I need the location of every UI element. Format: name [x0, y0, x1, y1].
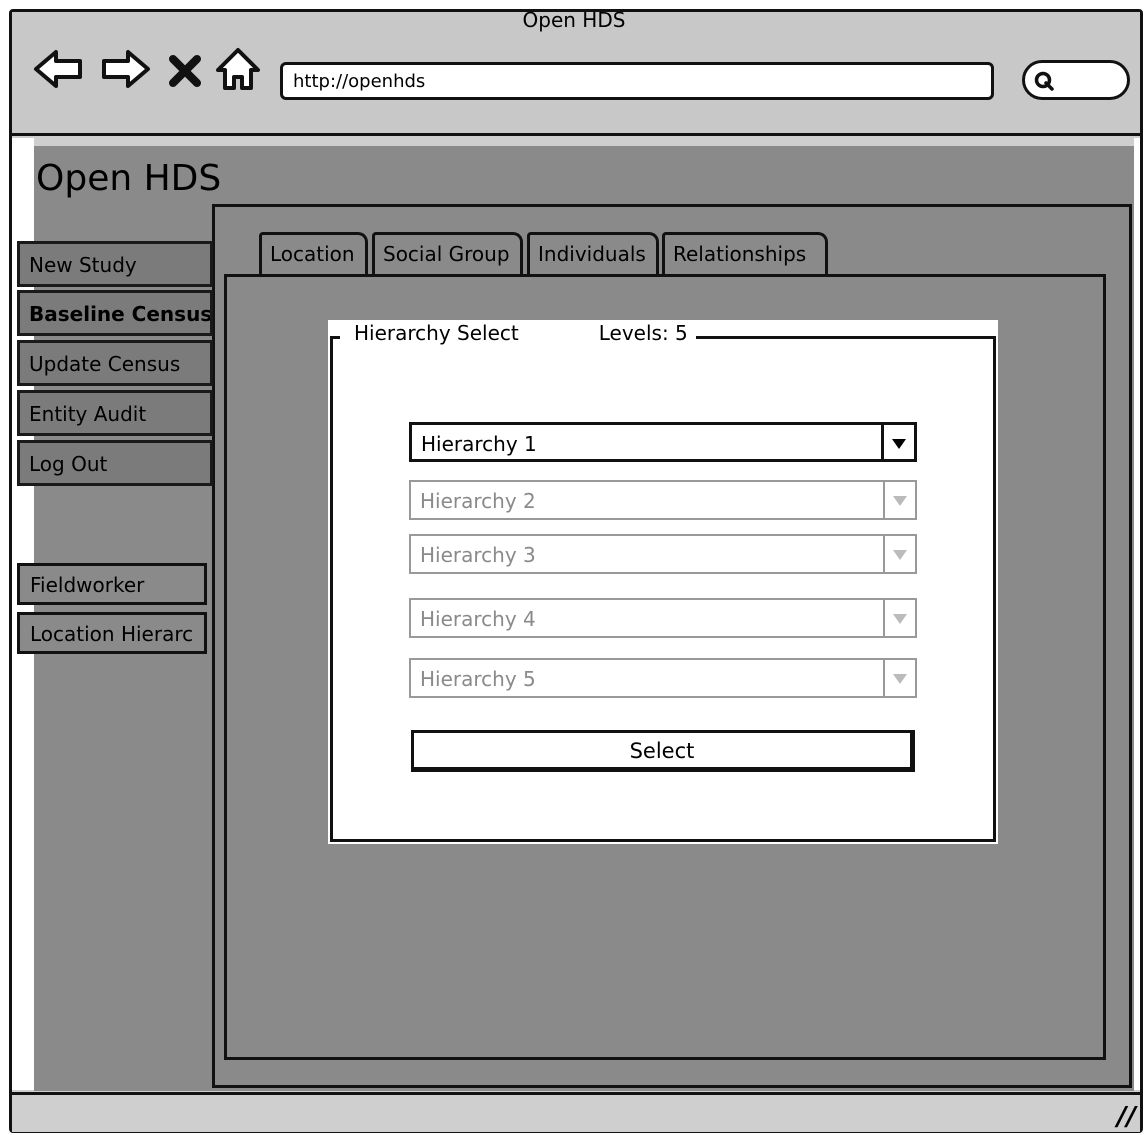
content-right-margin — [1134, 138, 1140, 1090]
forward-arrow-icon[interactable] — [98, 44, 152, 94]
hierarchy-5-value: Hierarchy 5 — [420, 667, 536, 691]
hierarchy-4-dropdown-button[interactable] — [883, 600, 915, 636]
hierarchy-5-select[interactable]: Hierarchy 5 — [409, 658, 917, 698]
hierarchy-3-dropdown-button[interactable] — [883, 536, 915, 572]
hierarchy-select-legend: Hierarchy Select Levels: 5 — [340, 321, 696, 345]
back-arrow-icon[interactable] — [32, 44, 86, 94]
hierarchy-select-title: Hierarchy Select — [354, 321, 519, 345]
chevron-down-icon — [893, 614, 907, 624]
sidebar-item-entity-audit[interactable]: Entity Audit — [17, 390, 213, 436]
chevron-down-icon — [893, 674, 907, 684]
search-icon — [1034, 71, 1054, 91]
resize-grip-icon[interactable]: // — [1117, 1102, 1136, 1132]
sidebar-item-fieldworker[interactable]: Fieldworker — [17, 563, 207, 605]
levels-label: Levels: 5 — [598, 321, 688, 345]
hierarchy-1-select[interactable]: Hierarchy 1 — [409, 422, 917, 462]
chevron-down-icon — [892, 439, 906, 449]
sidebar-item-update-census[interactable]: Update Census — [17, 340, 213, 386]
hierarchy-4-value: Hierarchy 4 — [420, 607, 536, 631]
chevron-down-icon — [893, 550, 907, 560]
browser-search-box[interactable] — [1022, 60, 1130, 100]
tab-social-group[interactable]: Social Group — [372, 232, 523, 274]
hierarchy-3-value: Hierarchy 3 — [420, 543, 536, 567]
sidebar-item-location-hierarchy[interactable]: Location Hierarc — [17, 612, 207, 654]
sidebar-item-baseline-census[interactable]: Baseline Census — [17, 290, 213, 336]
sidebar-item-new-study[interactable]: New Study — [17, 241, 213, 287]
hierarchy-5-dropdown-button[interactable] — [883, 660, 915, 696]
window-title: Open HDS — [522, 8, 626, 32]
hierarchy-4-select[interactable]: Hierarchy 4 — [409, 598, 917, 638]
sidebar-item-log-out[interactable]: Log Out — [17, 440, 213, 486]
hierarchy-3-select[interactable]: Hierarchy 3 — [409, 534, 917, 574]
status-bar — [12, 1092, 1140, 1132]
tab-location[interactable]: Location — [259, 232, 368, 274]
hierarchy-2-value: Hierarchy 2 — [420, 489, 536, 513]
hierarchy-1-dropdown-button[interactable] — [881, 425, 914, 459]
tab-individuals[interactable]: Individuals — [527, 232, 659, 274]
app-title: Open HDS — [36, 158, 222, 199]
tab-relationships[interactable]: Relationships — [662, 232, 828, 274]
home-icon[interactable] — [214, 46, 262, 94]
hierarchy-2-dropdown-button[interactable] — [883, 482, 915, 518]
hierarchy-2-select[interactable]: Hierarchy 2 — [409, 480, 917, 520]
select-button[interactable]: Select — [411, 730, 915, 772]
chevron-down-icon — [893, 496, 907, 506]
hierarchy-1-value: Hierarchy 1 — [421, 432, 537, 456]
close-x-icon[interactable] — [168, 54, 202, 88]
url-bar[interactable]: http://openhds — [280, 62, 994, 100]
